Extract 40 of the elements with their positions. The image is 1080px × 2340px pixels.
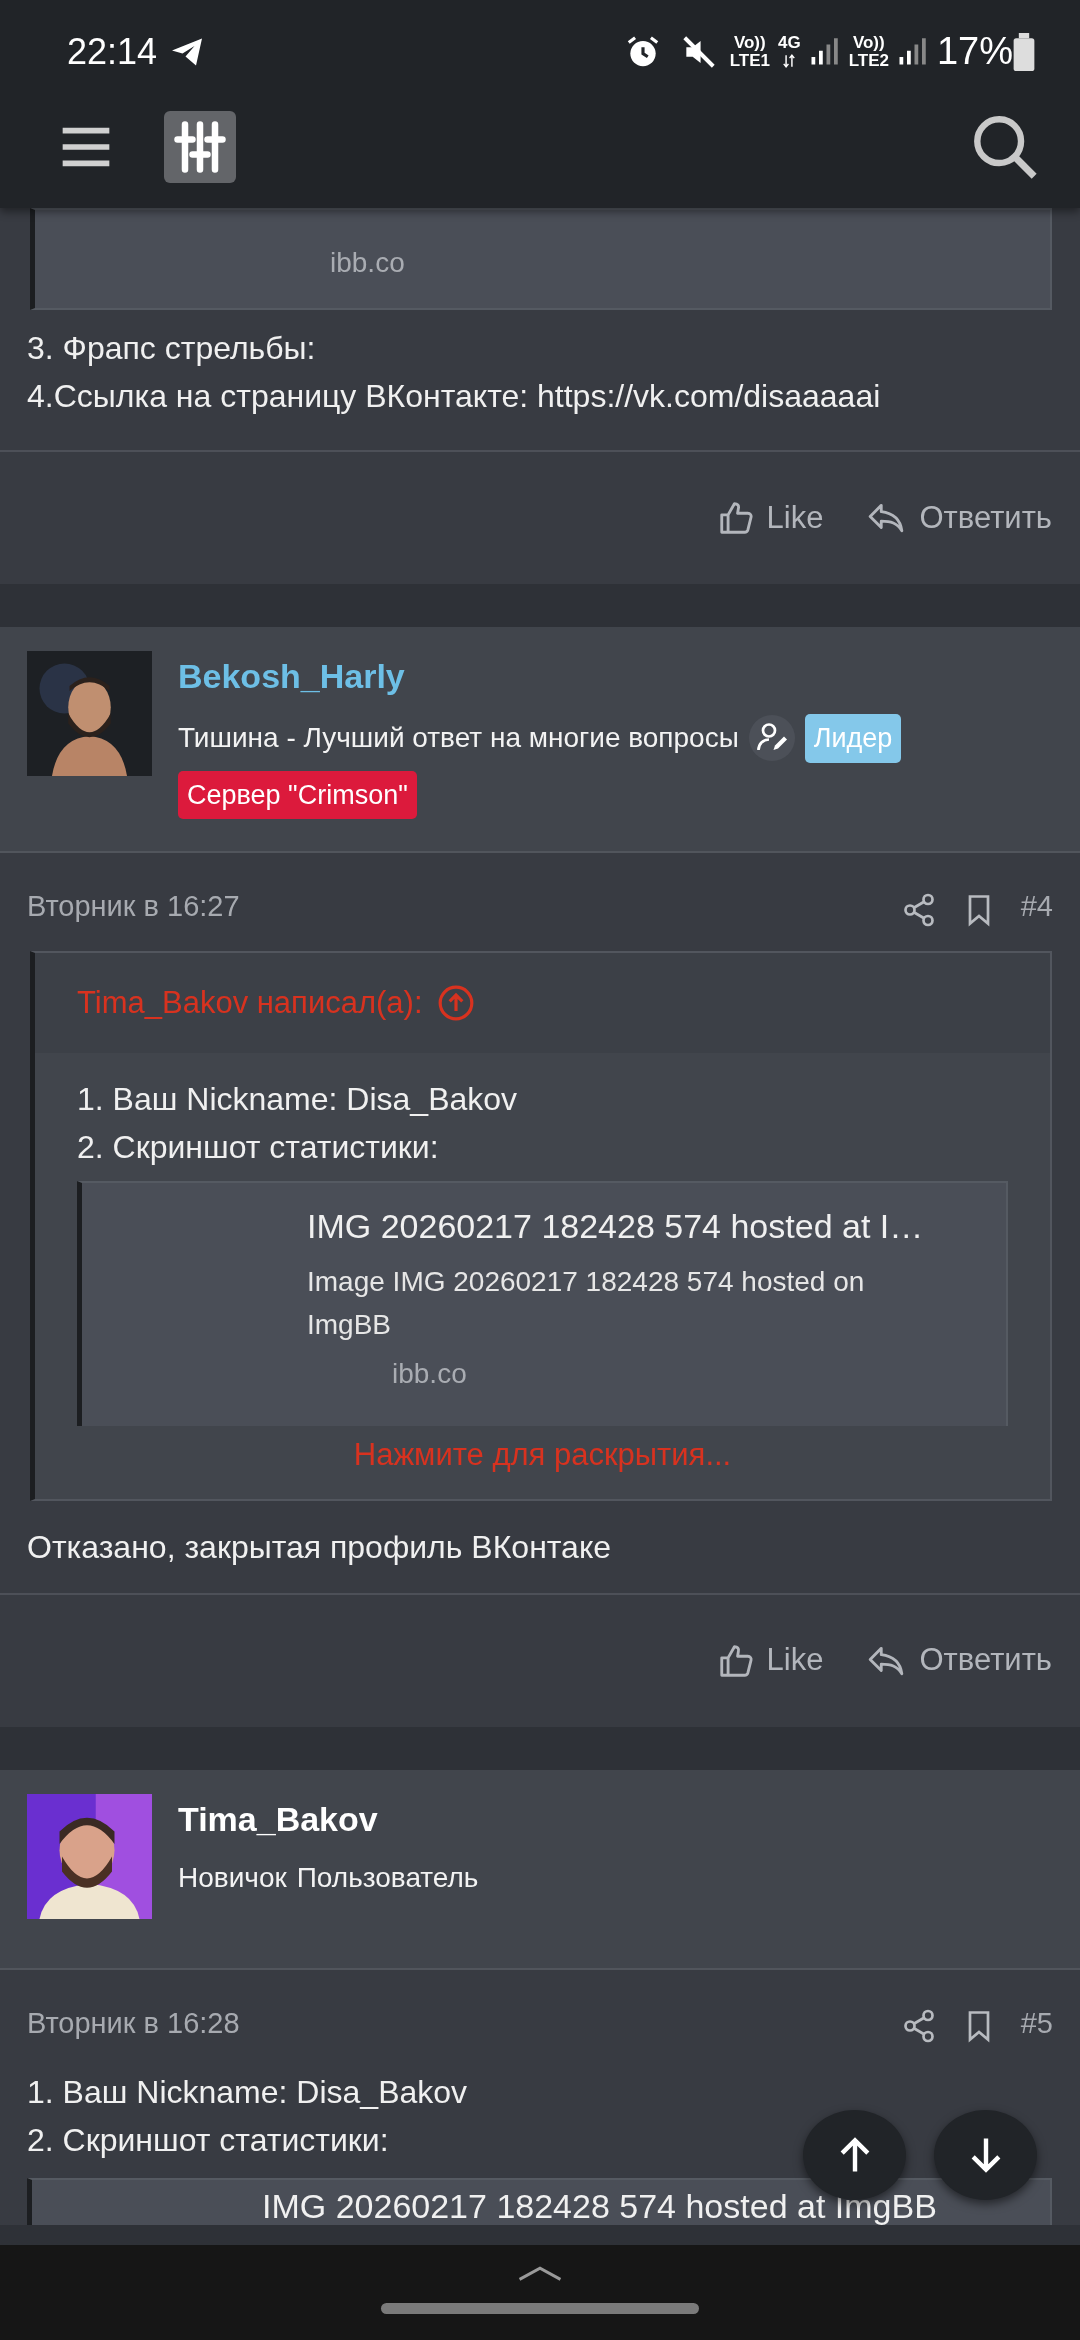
quote-text: 2. Скриншот статистики: bbox=[77, 1128, 439, 1167]
post-number-link[interactable]: #4 bbox=[1020, 885, 1053, 929]
filter-button[interactable] bbox=[164, 110, 236, 183]
post-text: 1. Ваш Nickname: Disa_Bakov bbox=[27, 2072, 468, 2112]
link-preview-card[interactable]: ibb.co bbox=[30, 208, 1052, 310]
status-text: Vo)) bbox=[851, 33, 886, 52]
user-title: Пользователь bbox=[296, 1860, 479, 1895]
user-title: Новичок bbox=[178, 1860, 287, 1895]
user-title: Тишина - Лучший ответ на многие вопросы bbox=[178, 721, 739, 756]
post-date[interactable]: Вторник в 16:27 bbox=[27, 885, 240, 929]
post-text: 4.Ссылка на страницу ВКонтакте: https://vk.com/disaaaaai bbox=[27, 377, 881, 416]
post-text: Отказано, закрытая профиль ВКонтаке bbox=[27, 1527, 612, 1567]
quote-attribution: Tima_Bakov написал(а): bbox=[77, 983, 423, 1022]
status-text: Vo)) bbox=[732, 33, 767, 52]
link-preview-card[interactable]: IMG 20260217 182428 574 hosted at ImgBB bbox=[27, 2177, 1052, 2225]
link-title: IMG 20260217 182428 574 hosted at I… bbox=[307, 1206, 925, 1247]
like-button[interactable]: Like bbox=[716, 1637, 824, 1684]
link-domain: ibb.co bbox=[330, 246, 405, 280]
link-description: Image IMG 20260217 182428 574 hosted on ImgBB bbox=[307, 1265, 866, 1343]
reply-button[interactable]: Ответить bbox=[865, 1637, 1052, 1684]
post-number-link[interactable]: #5 bbox=[1020, 2001, 1053, 2046]
clock-time: 22:14 bbox=[67, 29, 158, 74]
post-text: 3. Фрапс стрельбы: bbox=[27, 329, 316, 368]
status-text: LTE2 bbox=[848, 51, 889, 70]
post-date[interactable]: Вторник в 16:28 bbox=[27, 2001, 240, 2046]
username-link[interactable]: Bekosh_Harly bbox=[178, 651, 902, 702]
user-banner: Сервер "Crimson" bbox=[178, 770, 417, 819]
username-link[interactable]: Tima_Bakov bbox=[178, 1793, 479, 1845]
battery-icon bbox=[1013, 32, 1035, 71]
like-button[interactable]: Like bbox=[716, 494, 824, 542]
battery-percent: 17% bbox=[936, 29, 1013, 74]
status-text: 4G bbox=[777, 33, 801, 52]
link-title: IMG 20260217 182428 574 hosted at ImgBB bbox=[262, 2187, 938, 2225]
quote-text: 1. Ваш Nickname: Disa_Bakov bbox=[77, 1080, 518, 1119]
status-text: LTE1 bbox=[729, 51, 770, 70]
reply-button[interactable]: Ответить bbox=[865, 494, 1052, 542]
user-banner: Лидер bbox=[804, 714, 902, 763]
link-preview-card[interactable]: IMG 20260217 182428 574 hosted at I… Image IMG 20260217 182428 574 hosted on ImgBB ibb.co bbox=[77, 1181, 1008, 1426]
link-domain: ibb.co bbox=[392, 1356, 468, 1391]
post-text: 2. Скриншот статистики: bbox=[27, 2120, 389, 2160]
